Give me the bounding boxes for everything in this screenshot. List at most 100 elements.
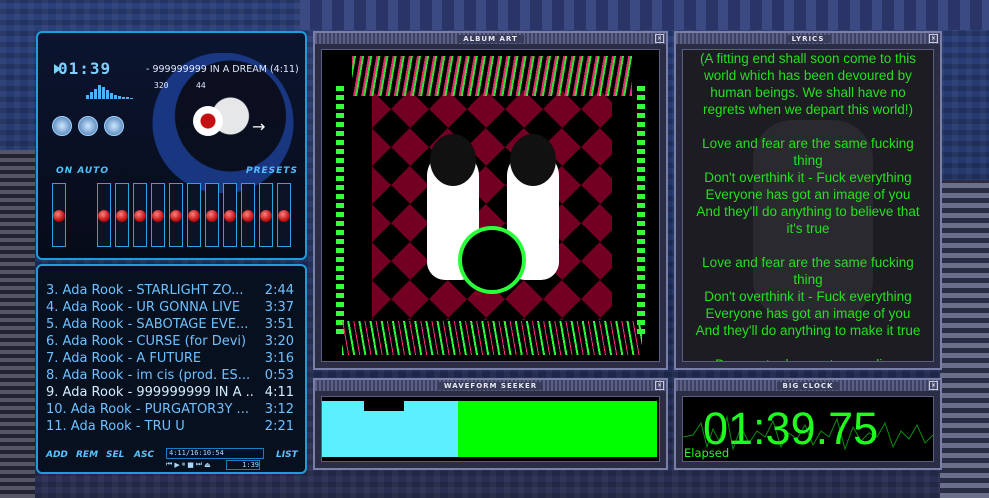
mini-next-icon[interactable]: ⏭ [196,460,202,469]
album-art-titlebar[interactable]: ALBUM ART [315,33,666,44]
lyrics-line: thing [793,153,823,168]
eq-presets-button[interactable]: PRESETS [246,166,298,176]
pause-button[interactable] [104,116,124,136]
waveform-unplayed[interactable] [458,401,657,457]
lyrics-text: (A fitting end shall soon come to this wo… [683,50,933,361]
playlist-list-button[interactable]: LIST [276,450,298,460]
previous-button[interactable] [52,116,72,136]
lyrics-panel[interactable]: LYRICS × (A fitting end shall soon come … [674,31,942,370]
playlist-item[interactable]: 6. Ada Rook - CURSE (for Devi) 3:20 [46,333,294,350]
eq-knob[interactable] [278,210,290,222]
lyrics-line: it's true [786,221,830,236]
play-button[interactable] [78,116,98,136]
mini-stop-icon[interactable]: ■ [187,461,194,469]
spectrum-visualizer[interactable] [86,83,146,99]
eq-band-slider[interactable] [133,183,147,247]
winamp-playlist-window[interactable]: 3. Ada Rook - STARLIGHT ZO... 2:44 4. Ada… [36,264,307,474]
lyrics-gap [687,339,929,356]
eq-knob[interactable] [206,210,218,222]
eq-knob[interactable] [224,210,236,222]
eq-band-slider[interactable] [259,183,273,247]
next-arrow-icon[interactable]: → [252,117,265,136]
lyrics-line: Love and fear are the same fucking [702,255,914,270]
waveform-panel[interactable]: WAVEFORM SEEKER × [313,378,668,470]
close-icon[interactable]: × [655,381,664,390]
art-chain-left [336,86,344,335]
eq-band-slider[interactable] [187,183,201,247]
lyrics-title: LYRICS [785,34,831,43]
eq-band-slider[interactable] [277,183,291,247]
lyrics-line: Love and fear are the same fucking [702,136,914,151]
track-duration: 3:37 [264,300,294,315]
eq-knob[interactable] [260,210,272,222]
playlist-item[interactable]: 8. Ada Rook - im cis (prod. ES... 0:53 [46,367,294,384]
mini-pause-icon[interactable]: ⏸ [182,460,186,469]
mini-eject-icon[interactable]: ⏏ [204,461,211,469]
playlist-item[interactable]: 7. Ada Rook - A FUTURE 3:16 [46,350,294,367]
playlist-select-button[interactable]: SEL [106,450,124,460]
eq-band-slider[interactable] [97,183,111,247]
playlist-item[interactable]: 4. Ada Rook - UR GONNA LIVE 3:37 [46,299,294,316]
mini-prev-icon[interactable]: ⏮ [166,460,172,469]
lyrics-line: world which has been devoured by [704,68,912,83]
eq-knob[interactable] [242,210,254,222]
lyrics-line: Desperate desperate paradigm [687,356,929,361]
eq-band-slider[interactable] [115,183,129,247]
track-title: 3. Ada Rook - STARLIGHT ZO... [46,283,244,298]
skin-eye-art [193,106,223,136]
waveform-titlebar[interactable]: WAVEFORM SEEKER [315,380,666,391]
mini-play-icon[interactable]: ▶ [174,461,179,469]
winamp-main-window[interactable]: 01:39 - 999999999 IN A DREAM (4:11) 320 … [36,31,307,260]
playlist-item[interactable]: 10. Ada Rook - PURGATOR3Y ... 3:12 [46,401,294,418]
playlist-misc-button[interactable]: ASC [134,450,154,460]
eq-band-slider[interactable] [151,183,165,247]
playlist-add-button[interactable]: ADD [46,450,68,460]
lyrics-line: thing [793,272,823,287]
eq-knob[interactable] [116,210,128,222]
playlist-remove-button[interactable]: REM [76,450,98,460]
playlist-time-info: 4:11/16:10:54 [166,448,264,459]
eq-knob[interactable] [188,210,200,222]
close-icon[interactable]: × [655,34,664,43]
close-icon[interactable]: × [929,34,938,43]
lyrics-titlebar[interactable]: LYRICS [676,33,940,44]
big-clock-titlebar[interactable]: BIG CLOCK [676,380,940,391]
track-duration: 0:53 [264,368,294,383]
eq-preamp-slider[interactable] [52,183,66,247]
waveform-view[interactable] [321,396,660,462]
eq-band-slider[interactable] [169,183,183,247]
playlist-item-current[interactable]: 9. Ada Rook - 999999999 IN A ... 4:11 [46,384,294,401]
player-time[interactable]: 01:39 [58,59,111,78]
samplerate-readout: 44 [196,81,206,90]
eq-band-slider[interactable] [223,183,237,247]
eq-knob[interactable] [98,210,110,222]
background-skyline-top [300,0,989,30]
big-clock-view[interactable]: 01:39.75 Elapsed [682,396,934,462]
eq-knob[interactable] [53,210,65,222]
player-display: 01:39 - 999999999 IN A DREAM (4:11) 320 … [46,43,301,101]
track-title: 7. Ada Rook - A FUTURE [46,351,202,366]
big-clock-panel[interactable]: BIG CLOCK × 01:39.75 Elapsed [674,378,942,470]
lyrics-line: Everyone has got an image of you [705,187,911,202]
background-building-left [0,150,35,498]
eq-band-slider[interactable] [241,183,255,247]
track-title: 10. Ada Rook - PURGATOR3Y ... [46,402,249,417]
playlist-footer: ADD REM SEL ASC 4:11/16:10:54 ⏮ ▶ ⏸ ■ ⏭ … [44,446,303,470]
track-duration: 2:21 [264,419,294,434]
equalizer-sliders [52,183,300,249]
eq-knob[interactable] [152,210,164,222]
playlist-item[interactable]: 5. Ada Rook - SABOTAGE EVE... 3:51 [46,316,294,333]
lyrics-view[interactable]: (A fitting end shall soon come to this wo… [682,49,934,362]
art-head-right [510,134,556,186]
eq-knob[interactable] [170,210,182,222]
album-art-panel[interactable]: ALBUM ART × [313,31,668,370]
playlist-item[interactable]: 3. Ada Rook - STARLIGHT ZO... 2:44 [46,282,294,299]
eq-band-slider[interactable] [205,183,219,247]
eq-auto-toggle[interactable]: ON AUTO [56,166,109,176]
waveform-seeker[interactable] [322,397,659,461]
playlist-mini-controls: ⏮ ▶ ⏸ ■ ⏭ ⏏ 1:39 [166,459,260,470]
playlist-item[interactable]: 11. Ada Rook - TRU U 2:21 [46,418,294,435]
close-icon[interactable]: × [929,381,938,390]
eq-knob[interactable] [134,210,146,222]
waveform-title: WAVEFORM SEEKER [437,381,544,390]
